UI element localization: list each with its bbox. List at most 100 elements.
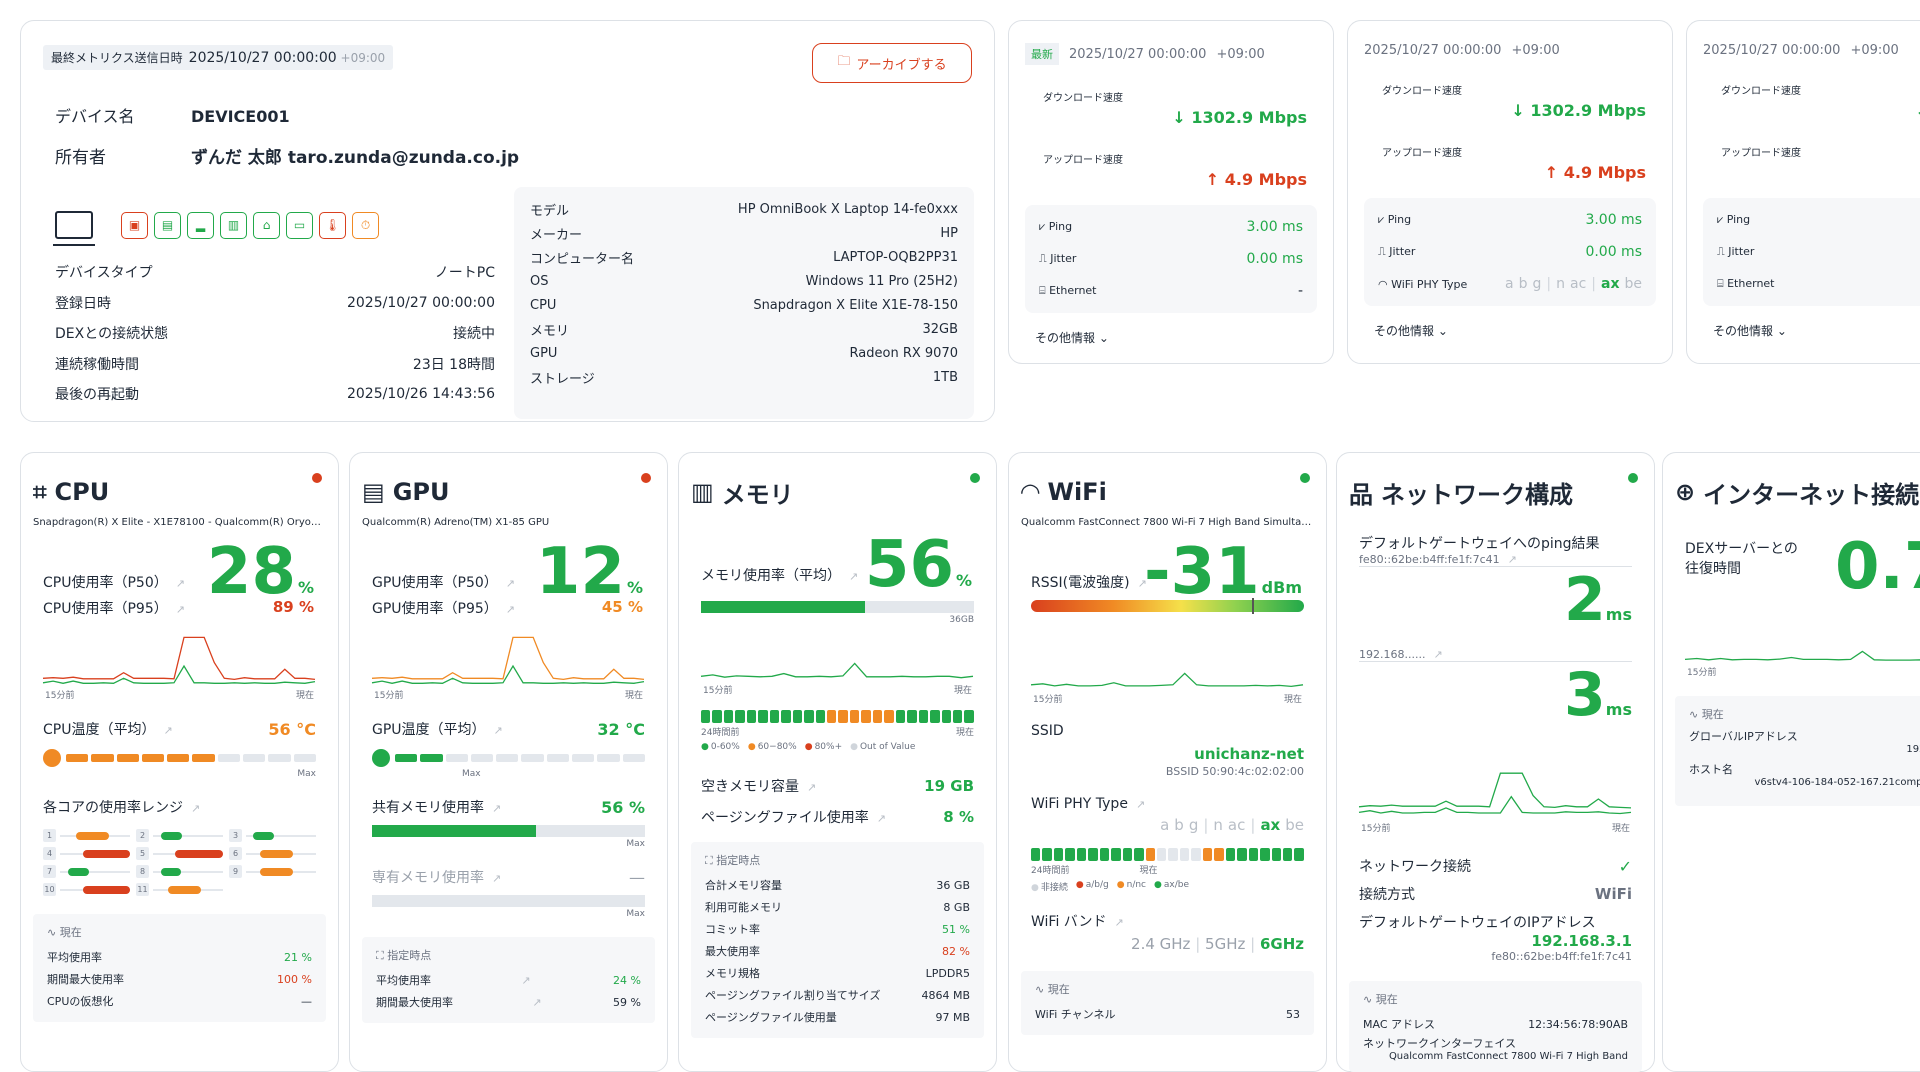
cpu-temp-link[interactable]: CPU温度（平均） ↗ bbox=[43, 719, 173, 739]
globe-icon: ⊕ bbox=[1675, 478, 1696, 506]
gpu-temp-link[interactable]: GPU温度（平均） ↗ bbox=[372, 719, 503, 739]
cores-link[interactable]: 各コアの使用率レンジ ↗ bbox=[43, 797, 316, 817]
core-range-grid: 1 2 3 4 5 6 7 8 9 10 11 bbox=[43, 829, 316, 896]
current-label: 現在 bbox=[59, 926, 82, 939]
memory-status-dot bbox=[970, 473, 980, 483]
gpu-p95-link[interactable]: GPU使用率（P95） ↗ bbox=[372, 598, 515, 618]
paging-link[interactable]: ページングファイル使用率 ↗ bbox=[701, 807, 886, 827]
rssi-link[interactable]: RSSI(電波強度) ↗ bbox=[1031, 572, 1147, 592]
sparkline-series bbox=[1684, 650, 1920, 661]
more-info-toggle[interactable]: その他情報 ⌄ bbox=[1035, 329, 1307, 346]
cpu-p50-link[interactable]: CPU使用率（P50） ↗ bbox=[43, 572, 185, 592]
core-range[interactable]: 2 bbox=[136, 829, 223, 842]
cpu-usage-chart[interactable] bbox=[41, 624, 317, 688]
gpu-p50-link[interactable]: GPU使用率（P50） ↗ bbox=[372, 572, 515, 592]
connection-type-row: ⌸ Ethernet bbox=[1717, 268, 1920, 300]
core-number: 6 bbox=[229, 847, 242, 860]
ping-result-label: デフォルトゲートウェイへのping結果 bbox=[1359, 536, 1600, 552]
rssi-unit: dBm bbox=[1261, 578, 1302, 597]
shared-memory-link[interactable]: 共有メモリ使用率 ↗ bbox=[372, 797, 501, 817]
network-ping-chart[interactable] bbox=[1357, 757, 1633, 821]
core-range[interactable]: 3 bbox=[229, 829, 316, 842]
thermometer-status-icon[interactable]: 🌡 bbox=[319, 211, 346, 239]
internet-rtt-chart[interactable] bbox=[1683, 625, 1920, 665]
detail-row: 平均使用率 21 % bbox=[47, 946, 312, 968]
gw6-ping-value: 2 bbox=[1564, 565, 1606, 635]
cpu-temp-label: CPU温度（平均） bbox=[43, 722, 156, 738]
wifi-current-box: ∿ 現在 WiFi チャンネル 53 bbox=[1021, 971, 1314, 1035]
cpu-model: Snapdragon(R) X Elite - X1E78100 - Qualc… bbox=[33, 517, 326, 528]
phy-type-link[interactable]: WiFi PHY Type ↗ bbox=[1031, 796, 1304, 812]
cpu-p95-link[interactable]: CPU使用率（P95） ↗ bbox=[43, 598, 185, 618]
shared-memory-bar bbox=[372, 825, 645, 837]
owner-row: 所有者 ずんだ 太郎 taro.zunda@zunda.co.jp bbox=[55, 143, 519, 168]
archive-button[interactable]: 🗀 アーカイブする bbox=[812, 43, 972, 83]
core-range[interactable]: 1 bbox=[43, 829, 130, 842]
cpu-status-dot bbox=[312, 473, 322, 483]
wifi-band-link[interactable]: WiFi バンド ↗ bbox=[1031, 911, 1304, 931]
hostname-label: ホスト名 bbox=[1689, 763, 1733, 776]
more-info-label: その他情報 bbox=[1713, 324, 1774, 338]
connection-label-group: ⌸ Ethernet bbox=[1717, 277, 1775, 291]
core-range-bar bbox=[68, 867, 89, 876]
more-info-toggle[interactable]: その他情報 ⌄ bbox=[1374, 322, 1646, 339]
gw-ipv6: fe80::62be:b4ff:fe1f:7c41 bbox=[1359, 553, 1500, 566]
core-range[interactable]: 9 bbox=[229, 865, 316, 878]
history-block bbox=[849, 710, 860, 723]
core-range[interactable]: 7 bbox=[43, 865, 130, 878]
connection-type-label: Ethernet bbox=[1049, 284, 1097, 297]
wifi-rssi-chart[interactable] bbox=[1029, 632, 1305, 692]
memory-avg-link[interactable]: メモリ使用率（平均） ↗ bbox=[701, 565, 858, 585]
battery-status-icon[interactable]: ▭ bbox=[286, 211, 313, 239]
core-range-bar bbox=[260, 849, 293, 858]
device-name-row: デバイス名 DEVICE001 bbox=[55, 103, 290, 127]
memory-status-icon[interactable]: ▥ bbox=[220, 211, 247, 239]
core-range[interactable]: 5 bbox=[136, 847, 223, 860]
status-icons: ▣ ▤ ▂ ▥ ⌂ ▭ 🌡 ⏱ bbox=[53, 211, 379, 246]
core-number: 8 bbox=[136, 865, 149, 878]
timer-status-icon[interactable]: ⏱ bbox=[352, 211, 379, 239]
external-link-icon[interactable]: ↗ bbox=[532, 996, 541, 1009]
jitter-icon: ⎍ bbox=[1717, 245, 1729, 258]
cpu-status-icon[interactable]: ▣ bbox=[121, 211, 148, 239]
history-block bbox=[941, 710, 951, 723]
gpu-usage-chart[interactable] bbox=[370, 624, 646, 688]
axis-end-label: 現在 bbox=[1611, 824, 1630, 834]
info-label: 最後の再起動 bbox=[55, 387, 139, 404]
last-metrics-date: 2025/10/27 00:00:00 bbox=[188, 50, 337, 66]
spec-value: LAPTOP-OQB2PP31 bbox=[833, 249, 958, 265]
core-range[interactable]: 10 bbox=[43, 883, 130, 896]
cpu-usage-unit: % bbox=[297, 578, 314, 597]
more-info-toggle[interactable]: その他情報 ⌄ bbox=[1713, 322, 1920, 339]
history-block bbox=[1076, 848, 1087, 861]
shared-memory-bar-fill bbox=[372, 825, 536, 837]
memory-usage-chart[interactable] bbox=[699, 629, 975, 683]
gw-ipv4: 192.168...... bbox=[1359, 648, 1426, 661]
external-link-icon: ↗ bbox=[1507, 553, 1517, 566]
gpu-status-icon[interactable]: ▤ bbox=[154, 211, 181, 239]
free-memory-link[interactable]: 空きメモリ容量 ↗ bbox=[701, 776, 816, 796]
core-range[interactable]: 11 bbox=[136, 883, 223, 896]
axis-start-label: 15分前 bbox=[374, 691, 404, 701]
gpu-card-icon: ▤ bbox=[362, 478, 385, 506]
gauge-segment bbox=[116, 754, 139, 762]
core-range[interactable]: 4 bbox=[43, 847, 130, 860]
speed-detail-box: ⩗ Ping ⎍ Jitter ⌸ Ethernet bbox=[1703, 198, 1920, 306]
signal-status-icon[interactable]: ▂ bbox=[187, 211, 214, 239]
core-number: 1 bbox=[43, 829, 56, 842]
chevron-down-icon: ⌄ bbox=[1095, 331, 1109, 345]
spec-row: モデル HP OmniBook X Laptop 14-fe0xxx bbox=[530, 197, 958, 221]
core-range-bar bbox=[160, 867, 181, 876]
pulse-icon: ∿ bbox=[1689, 708, 1702, 721]
core-range[interactable]: 8 bbox=[136, 865, 223, 878]
dedicated-memory-link[interactable]: 専有メモリ使用率 ↗ bbox=[372, 867, 501, 887]
hostname-value: v6stv4-106-184-052-167.21compan bbox=[1754, 777, 1920, 788]
wifi-legend: 非接続 a/b/g n/nc ax/be bbox=[1031, 880, 1304, 893]
dedicated-memory-bar bbox=[372, 895, 645, 907]
core-range[interactable]: 6 bbox=[229, 847, 316, 860]
external-link-icon[interactable]: ↗ bbox=[521, 974, 530, 987]
latest-badge: 最新 bbox=[1025, 43, 1059, 65]
jitter-icon: ⎍ bbox=[1378, 245, 1390, 258]
gauge-segment bbox=[243, 754, 266, 762]
storage-status-icon[interactable]: ⌂ bbox=[253, 211, 280, 239]
